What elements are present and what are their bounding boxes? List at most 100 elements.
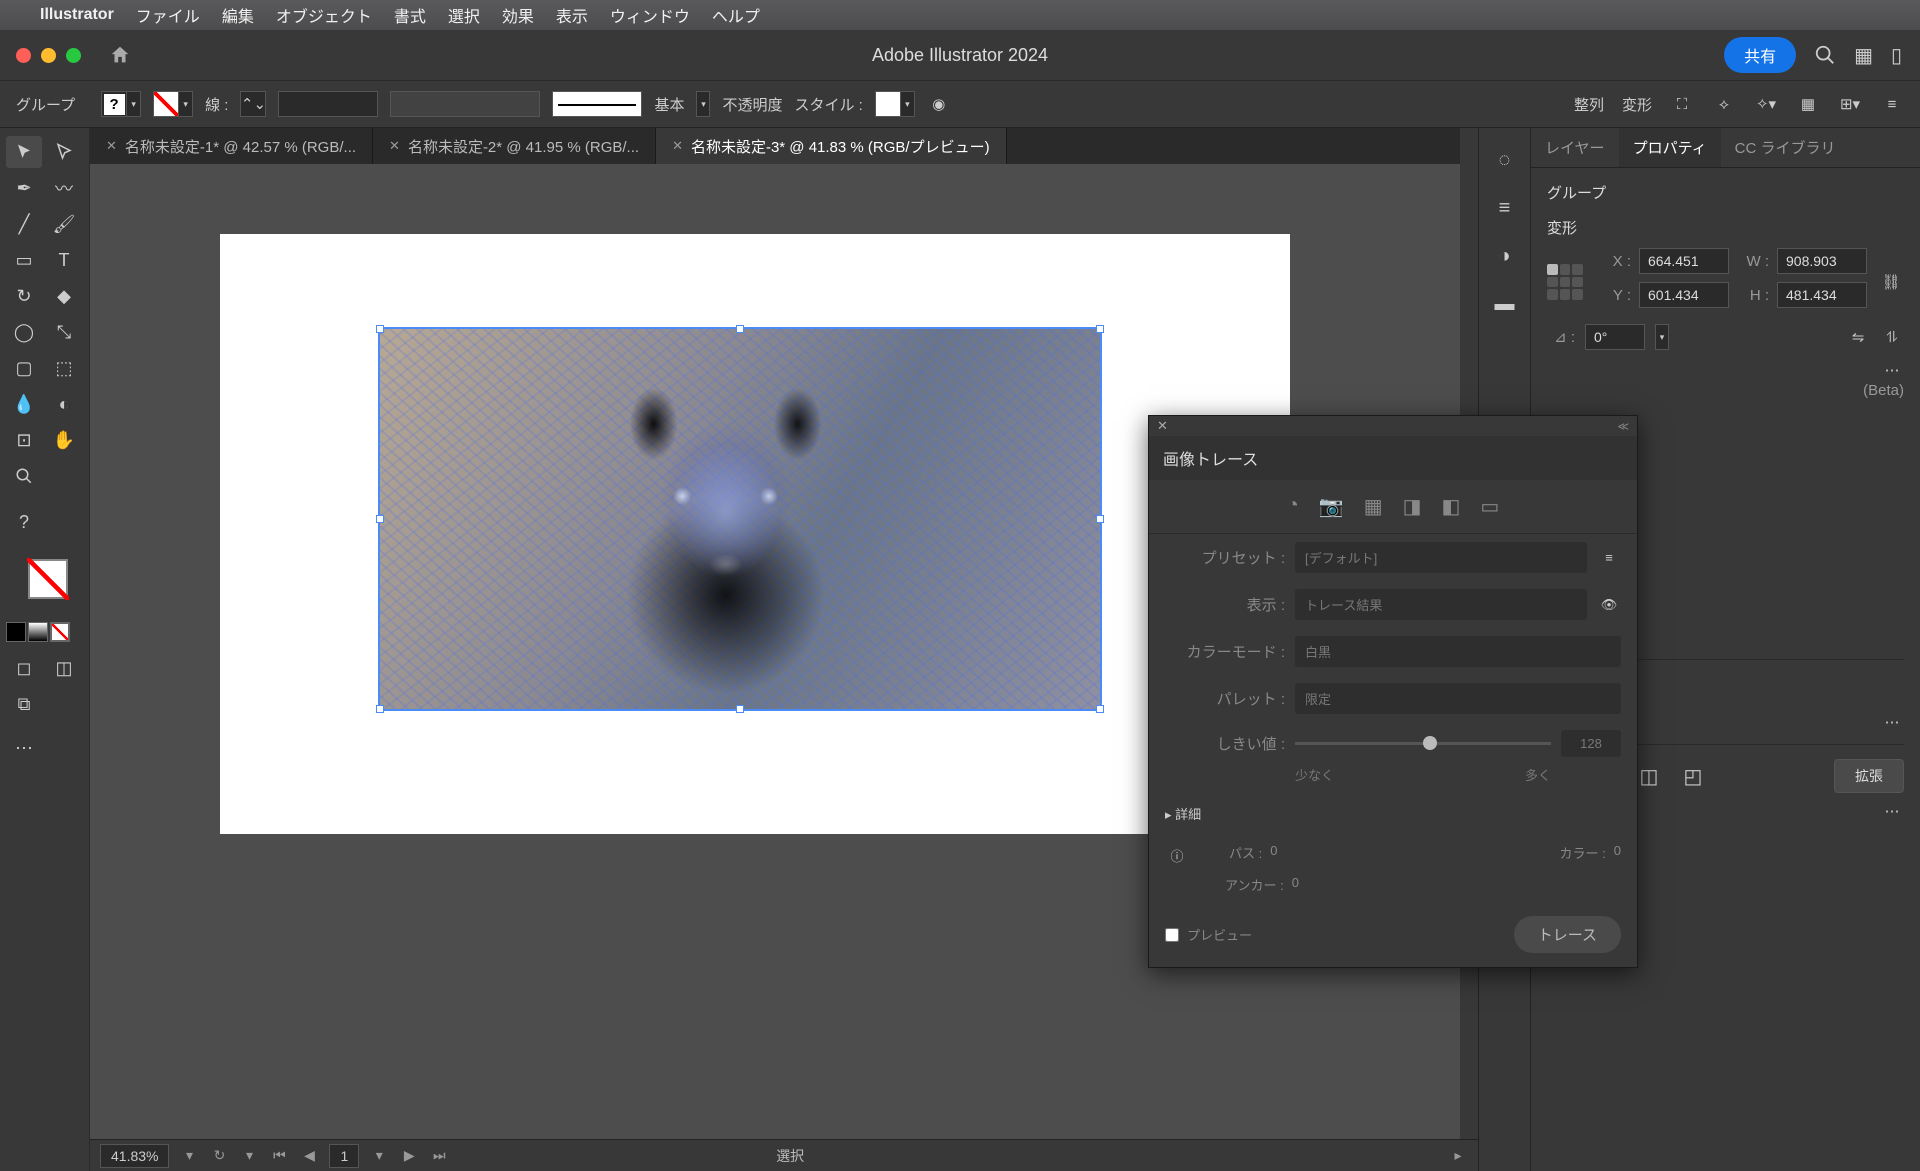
trace-preset-gray-icon[interactable]: ◨ bbox=[1403, 494, 1422, 519]
color-mode-swatch[interactable] bbox=[6, 622, 26, 642]
document-tab-2[interactable]: ✕名称未設定-2* @ 41.95 % (RGB/... bbox=[373, 128, 656, 164]
status-menu-icon[interactable]: ▸ bbox=[1448, 1147, 1468, 1164]
zoom-tool[interactable] bbox=[6, 460, 42, 492]
pen-tool[interactable]: ✒ bbox=[6, 172, 42, 204]
menu-file[interactable]: ファイル bbox=[136, 3, 200, 27]
preview-checkbox[interactable]: プレビュー bbox=[1165, 925, 1252, 944]
rotate-dropdown-icon[interactable]: ▾ bbox=[239, 1147, 259, 1164]
share-button[interactable]: 共有 bbox=[1724, 37, 1796, 73]
trace-preset-lowcolor-icon[interactable]: ▦ bbox=[1364, 494, 1383, 519]
paintbrush-tool[interactable]: 🖌 bbox=[46, 208, 82, 240]
home-icon[interactable] bbox=[109, 44, 131, 66]
last-artboard-icon[interactable]: ⏭ bbox=[429, 1147, 449, 1164]
search-icon[interactable] bbox=[1814, 44, 1836, 66]
type-tool[interactable]: T bbox=[46, 244, 82, 276]
gradient-mode-swatch[interactable] bbox=[28, 622, 48, 642]
menu-type[interactable]: 書式 bbox=[394, 3, 426, 27]
maximize-window-button[interactable] bbox=[66, 48, 81, 63]
transparency-panel-icon[interactable]: ◑ bbox=[1491, 242, 1519, 270]
zoom-dropdown-icon[interactable]: ▾ bbox=[179, 1147, 199, 1164]
align-link[interactable]: 整列 bbox=[1574, 94, 1604, 115]
resize-handle[interactable] bbox=[1096, 515, 1104, 523]
close-panel-icon[interactable]: ✕ bbox=[1157, 418, 1168, 434]
first-artboard-icon[interactable]: ⏮ bbox=[269, 1147, 289, 1164]
menu-edit[interactable]: 編集 bbox=[222, 3, 254, 27]
shape-builder-tool[interactable]: ▢ bbox=[6, 352, 42, 384]
fill-color-control[interactable]: ?▾ bbox=[101, 91, 141, 117]
stroke-color-control[interactable]: ▾ bbox=[153, 91, 193, 117]
curvature-tool[interactable]: 〰 bbox=[46, 172, 82, 204]
selection-tool[interactable] bbox=[6, 136, 42, 168]
detail-disclosure[interactable]: ▸ 詳細 bbox=[1149, 792, 1637, 835]
screen-mode[interactable]: ⧉ bbox=[6, 688, 42, 720]
trace-preset-auto-icon[interactable]: ◔ bbox=[1287, 494, 1299, 519]
document-tab-1[interactable]: ✕名称未設定-1* @ 42.57 % (RGB/... bbox=[90, 128, 373, 164]
rectangle-tool[interactable]: ▭ bbox=[6, 244, 42, 276]
flip-horizontal-icon[interactable]: ⇋ bbox=[1846, 325, 1870, 349]
trace-preset-outline-icon[interactable]: ▭ bbox=[1480, 494, 1499, 519]
close-tab-icon[interactable]: ✕ bbox=[106, 138, 117, 154]
minimize-window-button[interactable] bbox=[41, 48, 56, 63]
resize-handle[interactable] bbox=[376, 325, 384, 333]
brush-definition[interactable] bbox=[390, 91, 540, 117]
appearance-panel-icon[interactable]: ◌ bbox=[1491, 146, 1519, 174]
fill-stroke-swatch[interactable] bbox=[6, 554, 83, 614]
draw-mode-normal[interactable]: ◻ bbox=[6, 652, 42, 684]
resize-handle[interactable] bbox=[376, 515, 384, 523]
more-options-icon[interactable]: ≡ bbox=[1880, 92, 1904, 116]
align-more-icon[interactable]: ⋯ bbox=[1880, 710, 1904, 734]
menu-window[interactable]: ウィンドウ bbox=[610, 3, 690, 27]
workspace-switcher-icon[interactable]: ▯ bbox=[1891, 43, 1902, 68]
artboard-number[interactable]: 1 bbox=[329, 1144, 359, 1168]
threshold-slider[interactable] bbox=[1295, 742, 1551, 745]
menu-object[interactable]: オブジェクト bbox=[276, 3, 372, 27]
line-tool[interactable]: ╱ bbox=[6, 208, 42, 240]
gradient-tool[interactable]: ◐ bbox=[46, 388, 82, 420]
transform-options-icon[interactable]: ⊞▾ bbox=[1838, 92, 1862, 116]
isolate-icon[interactable]: ⛶ bbox=[1670, 92, 1694, 116]
angle-dropdown[interactable]: ▾ bbox=[1655, 324, 1669, 350]
opacity-label[interactable]: 不透明度 bbox=[722, 94, 782, 115]
recolor-icon[interactable]: ◉ bbox=[927, 92, 951, 116]
menu-help[interactable]: ヘルプ bbox=[712, 3, 760, 27]
none-mode-swatch[interactable] bbox=[50, 622, 70, 642]
edit-toolbar[interactable]: ? bbox=[6, 506, 42, 538]
pathfinder-more-icon[interactable]: ⋯ bbox=[1880, 799, 1904, 823]
scale-tool[interactable]: ◯ bbox=[6, 316, 42, 348]
tab-layers[interactable]: レイヤー bbox=[1531, 128, 1619, 167]
link-wh-icon[interactable]: ⛓ bbox=[1879, 270, 1903, 294]
flip-vertical-icon[interactable]: ⥮ bbox=[1880, 325, 1904, 349]
draw-mode-behind[interactable]: ◫ bbox=[46, 652, 82, 684]
tab-cc-libraries[interactable]: CC ライブラリ bbox=[1721, 128, 1850, 167]
tab-properties[interactable]: プロパティ bbox=[1619, 128, 1721, 167]
graphic-style[interactable]: ▾ bbox=[875, 91, 915, 117]
app-name[interactable]: Illustrator bbox=[40, 6, 114, 24]
preset-menu-icon[interactable]: ≡ bbox=[1597, 546, 1621, 570]
y-input[interactable] bbox=[1639, 282, 1729, 308]
pathfinder-intersect-icon[interactable]: ◫ bbox=[1635, 762, 1663, 790]
stroke-panel-icon[interactable]: ≡ bbox=[1491, 194, 1519, 222]
view-select[interactable]: トレース結果 bbox=[1295, 589, 1587, 620]
close-tab-icon[interactable]: ✕ bbox=[389, 138, 400, 154]
zoom-level[interactable]: 41.83% bbox=[100, 1144, 169, 1168]
align-options-icon[interactable]: ▦ bbox=[1796, 92, 1820, 116]
stroke-weight-input[interactable]: ⌃⌄ bbox=[240, 91, 266, 117]
trace-preset-bw-icon[interactable]: ◧ bbox=[1442, 494, 1461, 519]
x-input[interactable] bbox=[1639, 248, 1729, 274]
resize-handle[interactable] bbox=[736, 325, 744, 333]
transform-more-icon[interactable]: ⋯ bbox=[1880, 358, 1904, 382]
direct-selection-tool[interactable] bbox=[46, 136, 82, 168]
artboard-tool[interactable]: ⊡ bbox=[6, 424, 42, 456]
transform-link[interactable]: 変形 bbox=[1622, 94, 1652, 115]
resize-handle[interactable] bbox=[376, 705, 384, 713]
toolbox-more[interactable]: ⋯ bbox=[6, 732, 42, 764]
resize-handle[interactable] bbox=[1096, 705, 1104, 713]
artboard-dropdown-icon[interactable]: ▾ bbox=[369, 1147, 389, 1164]
close-window-button[interactable] bbox=[16, 48, 31, 63]
rotate-view-icon[interactable]: ↻ bbox=[209, 1147, 229, 1164]
status-center[interactable]: 選択 bbox=[776, 1146, 804, 1166]
variable-width-profile[interactable] bbox=[278, 91, 378, 117]
mask-icon[interactable]: ✧▾ bbox=[1754, 92, 1778, 116]
brush-stroke[interactable] bbox=[552, 91, 642, 117]
reference-point-grid[interactable] bbox=[1547, 264, 1583, 300]
